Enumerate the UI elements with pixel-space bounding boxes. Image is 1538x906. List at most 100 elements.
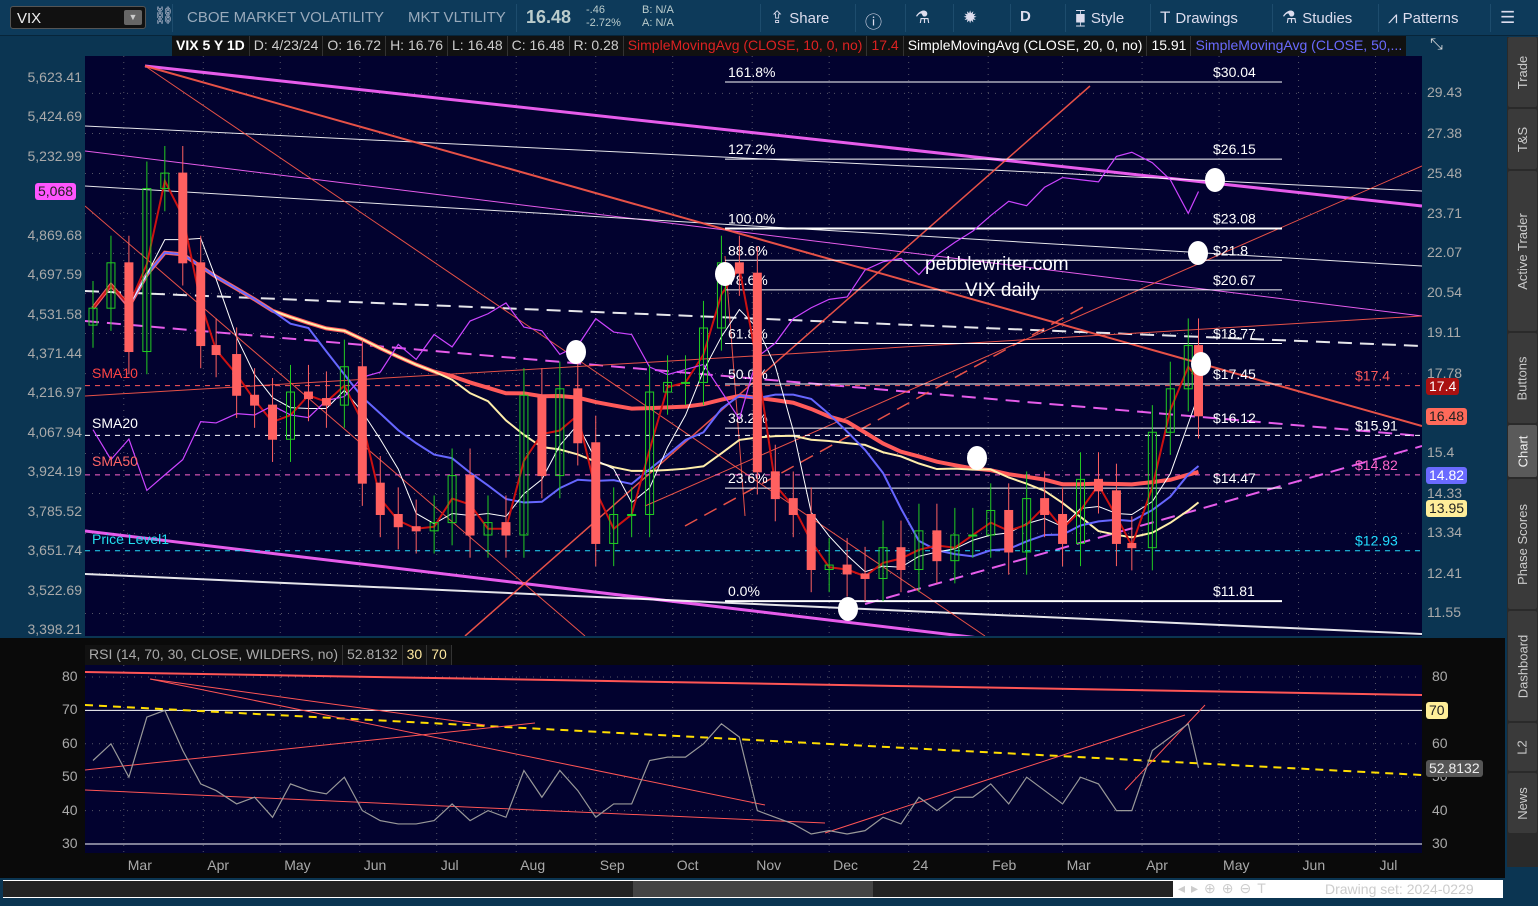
menu-list-icon-button[interactable]: ☰	[1500, 8, 1515, 28]
spx-price-tag: 5,068	[35, 182, 77, 200]
time-axis-label: 24	[912, 857, 929, 873]
change-percent: -2.72%	[586, 17, 621, 29]
study-sma10-value: 17.4	[867, 36, 904, 56]
right-price-axis: 29.43 27.38 25.48 23.71 22.07 20.54 19.11 17.78…	[1422, 56, 1507, 636]
right-axis-tick: 15.4	[1427, 444, 1455, 461]
tab-label: Phase Scores	[1515, 503, 1530, 585]
price-change: -.46 -2.72%	[586, 4, 621, 30]
flask-icon-button[interactable]: ⚗	[915, 8, 930, 28]
candle-body	[627, 513, 637, 516]
button-label: Share	[789, 9, 830, 27]
candle-body	[232, 354, 242, 396]
fib-price-label: $30.04	[1213, 64, 1256, 80]
right-axis-tick: 29.43	[1427, 84, 1463, 101]
scroll-thumb[interactable]	[633, 881, 873, 897]
right-axis-tick: 27.38	[1427, 124, 1463, 141]
study-sma10[interactable]: SimpleMovingAvg (CLOSE, 10, 0, no)	[624, 36, 868, 56]
share-button[interactable]: ⇪ Share	[770, 8, 829, 28]
bar-date: D: 4/23/24	[250, 36, 324, 56]
bar-high: H: 16.76	[386, 36, 448, 56]
ask: A: N/A	[642, 17, 674, 29]
rsi-axis-tick: 40	[62, 801, 78, 818]
study-sma20[interactable]: SimpleMovingAvg (CLOSE, 20, 0, no)	[904, 36, 1148, 56]
tab-label: News	[1515, 786, 1531, 820]
candle-body	[268, 404, 278, 440]
trend-line	[85, 205, 586, 636]
time-axis: Mar Apr May Jun Jul Aug Sep Oct Nov Dec 24 Feb Mar Ap…	[0, 855, 1507, 877]
sidebar-tab-l-[interactable]: L2	[1508, 723, 1537, 771]
last-price: 16.48	[526, 7, 572, 27]
fib-price-label: $14.47	[1213, 470, 1256, 486]
drawings-button[interactable]: T Drawings	[1160, 8, 1238, 28]
candle-body	[968, 534, 978, 537]
annotation-line1: pebblewriter.com	[925, 254, 1069, 275]
rsi-title[interactable]: RSI (14, 70, 30, CLOSE, WILDERS, no)	[85, 645, 343, 665]
chevron-down-icon[interactable]: ▼	[124, 10, 142, 25]
chart-title: VIX 5 Y 1D	[172, 36, 250, 56]
left-axis-tick: 5,424.69	[27, 108, 83, 125]
time-axis-label: Nov	[756, 857, 782, 873]
candle-body	[537, 394, 547, 477]
left-price-axis: 5,623.41 5,424.69 5,232.99 4,869.68 4,697.59…	[0, 56, 85, 637]
study-label-sma50: SMA50	[92, 453, 138, 469]
candle-body	[1127, 542, 1137, 549]
rsi-axis-tick: 80	[62, 668, 78, 684]
pivot-marker	[715, 262, 735, 286]
candle-body	[357, 366, 367, 484]
left-axis-tick: 5,232.99	[27, 147, 83, 164]
right-axis-tick: 20.54	[1427, 284, 1463, 301]
style-button[interactable]: ⧯ Style	[1075, 8, 1124, 28]
candle-body	[124, 262, 134, 353]
time-axis-label: Dec	[833, 857, 859, 873]
studies-button[interactable]: ⚗ Studies	[1282, 8, 1352, 28]
candle-body	[465, 475, 475, 536]
info-icon-button[interactable]: ⓘ	[865, 8, 882, 33]
sidebar-tab-buttons[interactable]: Buttons	[1508, 333, 1537, 423]
patterns-button[interactable]: ⩘ Patterns	[1388, 8, 1458, 28]
menu-list-icon: ☰	[1500, 8, 1516, 27]
study-label-sma20: SMA20	[92, 415, 138, 431]
scroll-track[interactable]	[3, 881, 1173, 897]
chart-scrollbar[interactable]: ◂▸⊕⊕⊖T Drawing set: 2024-0229	[3, 880, 1503, 898]
d-button[interactable]: D	[1020, 8, 1031, 25]
left-axis-tick: 4,371.44	[27, 345, 83, 362]
tab-label: Chart	[1515, 435, 1531, 467]
annotation-line2: VIX daily	[965, 280, 1040, 301]
candle-body	[591, 442, 601, 544]
candle-body	[681, 381, 691, 384]
right-axis-tick: 22.07	[1427, 244, 1463, 261]
rsi-oversold: 30	[403, 645, 428, 665]
candle-body	[1040, 498, 1050, 515]
candle-body	[1111, 490, 1121, 544]
right-axis-tick: 23.71	[1427, 204, 1463, 221]
candle-body	[860, 573, 870, 579]
pivot-marker	[838, 597, 858, 621]
study-sma50[interactable]: SimpleMovingAvg (CLOSE, 50,...	[1191, 36, 1406, 56]
auto-scale-icon[interactable]: ⤡	[1430, 36, 1443, 54]
candle-body	[896, 547, 906, 571]
symbol-selector[interactable]: VIX ▼	[10, 6, 146, 29]
drawing-set[interactable]: Drawing set: 2024-0229	[1325, 881, 1474, 897]
sidebar-tab-trade[interactable]: Trade	[1508, 37, 1537, 107]
candle-body	[303, 391, 313, 400]
candle-body	[375, 482, 385, 515]
right-axis-tick: 13.34	[1427, 524, 1463, 541]
rsi-axis-tick-right: 80	[1432, 668, 1448, 684]
sidebar-tab-chart[interactable]: Chart	[1508, 425, 1537, 477]
sidebar-tab-phase-scores[interactable]: Phase Scores	[1508, 479, 1537, 609]
right-axis-tick: 19.11	[1427, 324, 1461, 341]
fib-percent-label: 88.6%	[728, 242, 768, 258]
left-axis-tick: 4,869.68	[27, 226, 83, 243]
zoom-tools-icons[interactable]: ◂▸⊕⊕⊖T	[1178, 880, 1272, 897]
sidebar-tab-t-s[interactable]: T&S	[1508, 109, 1537, 169]
price-chart[interactable]: 161.8% $30.04 127.2% $26.15 100.0% $23.08 88.6…	[85, 56, 1422, 636]
study-sma20-value: 15.91	[1147, 36, 1192, 56]
sidebar-tab-dashboard[interactable]: Dashboard	[1508, 611, 1537, 721]
sidebar-tab-news[interactable]: News	[1508, 773, 1537, 833]
tab-label: T&S	[1514, 126, 1530, 152]
gear-icon-button[interactable]: ✹	[963, 8, 977, 28]
price-tag: 16.48	[1426, 407, 1468, 425]
sidebar-tab-active-trader[interactable]: Active Trader	[1508, 171, 1537, 331]
fib-price-label: $26.15	[1213, 141, 1256, 157]
candle-body	[770, 471, 780, 500]
